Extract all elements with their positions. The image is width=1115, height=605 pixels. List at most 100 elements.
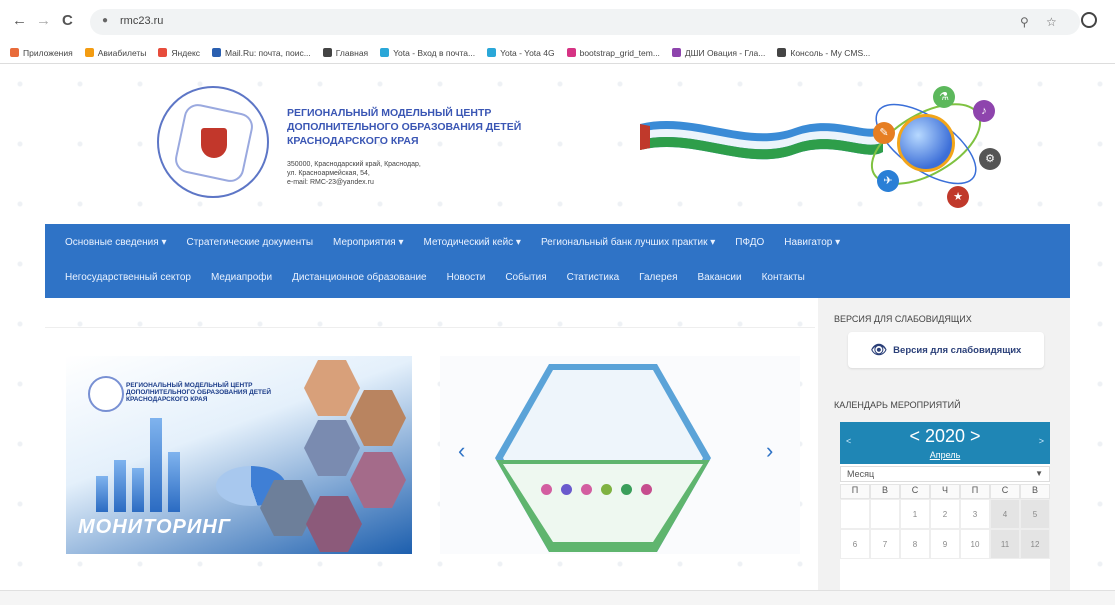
bookmark-label: Консоль - My CMS... <box>790 47 871 58</box>
bookmark-label: Mail.Ru: почта, поис... <box>225 47 311 58</box>
photo-child-6 <box>306 496 362 552</box>
calendar-day[interactable]: 11 <box>990 529 1020 559</box>
carousel-next-button[interactable]: › <box>766 438 773 464</box>
nav-link[interactable]: Мероприятия ▾ <box>333 237 403 248</box>
email-text: e-mail: RMC-23@yandex.ru <box>287 179 374 186</box>
search-icon[interactable]: ⚲ <box>1020 15 1029 29</box>
stat-dot <box>561 484 572 495</box>
nav-link[interactable]: Негосударственный сектор <box>65 272 191 283</box>
tech-icon: ⚙ <box>979 148 1001 170</box>
bookmark-item[interactable]: Авиабилеты <box>84 48 146 58</box>
activities-globe: ⚗ ♪ ✎ ⚙ ✈ ★ <box>855 82 1001 210</box>
bookmark-label: bootstrap_grid_tem... <box>579 47 660 58</box>
bookmark-icon <box>84 48 94 57</box>
weekday-label: В <box>1020 484 1050 499</box>
forward-button[interactable]: → <box>36 12 51 29</box>
low-vision-button[interactable]: 👁 Версия для слабовидящих <box>848 332 1044 368</box>
nav-link[interactable]: Медиапрофи <box>211 272 272 283</box>
calendar-heading: КАЛЕНДАРЬ МЕРОПРИЯТИЙ <box>834 400 961 410</box>
nav-link[interactable]: Дистанционное образование <box>292 272 427 283</box>
calendar-day[interactable]: 5 <box>1020 499 1050 529</box>
bookmarks-bar: Приложения Авиабилеты Яндекс Mail.Ru: почта… <box>0 42 1115 64</box>
music-icon: ♪ <box>973 100 995 122</box>
nav-link[interactable]: Региональный банк лучших практик ▾ <box>541 237 715 248</box>
nav-link[interactable]: Галерея <box>639 272 677 283</box>
calendar-header: < < 2020 > Апрель > <box>840 422 1050 464</box>
calendar-day[interactable]: 9 <box>930 529 960 559</box>
photo-child-1 <box>304 360 360 416</box>
infographic-hexagon[interactable] <box>495 364 711 552</box>
nav-link[interactable]: Контакты <box>762 272 805 283</box>
bookmark-item[interactable]: bootstrap_grid_tem... <box>566 47 660 58</box>
calendar-day[interactable]: 8 <box>900 529 930 559</box>
bookmark-label: Yota - Вход в почта... <box>393 47 476 58</box>
nav-link[interactable]: Стратегические документы <box>186 237 313 248</box>
bookmark-item[interactable]: Yota - Вход в почта... <box>380 48 475 58</box>
eye-icon: 👁 <box>870 342 888 357</box>
infographic-bottom <box>503 464 703 542</box>
nav-link[interactable]: Навигатор ▾ <box>784 237 840 248</box>
photo-child-3 <box>304 420 360 476</box>
address-bar[interactable]: ● rmc23.ru ⚲ ☆ <box>90 9 1080 35</box>
bookmark-item[interactable]: Yota - Yota 4G <box>487 48 555 58</box>
stat-dot <box>601 484 612 495</box>
calendar-day[interactable]: 4 <box>990 499 1020 529</box>
nav-link[interactable]: Новости <box>447 272 486 283</box>
weekday-label: С <box>990 484 1020 499</box>
browser-toolbar: ← → C ● rmc23.ru ⚲ ☆ <box>0 0 1115 42</box>
nav-link[interactable]: Методический кейс ▾ <box>424 237 521 248</box>
flag-ribbon-icon <box>640 121 883 160</box>
bookmark-icon <box>380 48 390 57</box>
banner-word: МОНИТОРИНГ <box>78 516 231 538</box>
main-navigation: Основные сведения ▾ Стратегические докуме… <box>45 224 1070 298</box>
bookmark-item[interactable]: Консоль - My CMS... <box>777 48 870 58</box>
chart-bar-graphic <box>150 418 162 512</box>
calendar-month[interactable]: Апрель <box>840 450 1050 460</box>
calendar-grid: П В С Ч П С В 1 2 3 4 5 6 7 8 9 10 11 12 <box>840 484 1050 559</box>
weekday-label: В <box>870 484 900 499</box>
calendar-day[interactable] <box>840 499 870 529</box>
back-button[interactable]: ← <box>12 12 27 29</box>
profile-icon[interactable] <box>1081 12 1097 28</box>
calendar-day[interactable]: 1 <box>900 499 930 529</box>
carousel-prev-button[interactable]: ‹ <box>458 438 465 464</box>
calendar-day[interactable]: 2 <box>930 499 960 529</box>
star-icon[interactable]: ☆ <box>1046 15 1057 29</box>
bookmark-item[interactable]: Главная <box>322 48 368 58</box>
reload-button[interactable]: C <box>62 12 73 29</box>
bookmark-icon <box>487 48 497 57</box>
calendar-day[interactable]: 3 <box>960 499 990 529</box>
org-logo[interactable] <box>157 86 269 198</box>
address-line: 350000, Краснодарский край, Краснодар, <box>287 161 421 168</box>
sidebar: ВЕРСИЯ ДЛЯ СЛАБОВИДЯЩИХ 👁 Версия для сла… <box>818 298 1070 605</box>
calendar-next-button[interactable]: > <box>1039 436 1044 446</box>
bookmark-item[interactable]: Яндекс <box>158 48 200 58</box>
nav-link[interactable]: События <box>505 272 546 283</box>
weekday-label: П <box>840 484 870 499</box>
nav-link[interactable]: Вакансии <box>698 272 742 283</box>
content-divider <box>45 298 815 328</box>
calendar-day[interactable]: 12 <box>1020 529 1050 559</box>
nav-link[interactable]: ПФДО <box>735 237 764 248</box>
calendar-day[interactable]: 6 <box>840 529 870 559</box>
bookmark-icon <box>566 48 576 57</box>
web-page: РЕГИОНАЛЬНЫЙ МОДЕЛЬНЫЙ ЦЕНТР ДОПОЛНИТЕЛЬ… <box>0 64 1115 605</box>
calendar-year[interactable]: < 2020 > <box>840 426 1050 447</box>
nav-link[interactable]: Статистика <box>567 272 620 283</box>
nav-link[interactable]: Основные сведения ▾ <box>65 237 166 248</box>
bookmark-item[interactable]: ДШИ Овация - Гла... <box>671 48 765 58</box>
download-bar <box>0 590 1115 605</box>
tourism-icon: ✈ <box>877 170 899 192</box>
stat-dot <box>581 484 592 495</box>
monitoring-banner[interactable]: РЕГИОНАЛЬНЫЙ МОДЕЛЬНЫЙ ЦЕНТР ДОПОЛНИТЕЛЬ… <box>66 356 412 554</box>
calendar-day[interactable]: 7 <box>870 529 900 559</box>
calendar-day[interactable]: 10 <box>960 529 990 559</box>
bookmark-item[interactable]: Mail.Ru: почта, поис... <box>212 48 311 58</box>
org-logo-small <box>88 376 124 412</box>
photo-child-2 <box>350 390 406 446</box>
month-select[interactable]: Месяц ▼ <box>840 466 1050 482</box>
calendar-day[interactable] <box>870 499 900 529</box>
bookmark-icon <box>158 48 168 57</box>
slide-carousel: ‹ › <box>440 356 800 554</box>
bookmark-item[interactable]: Приложения <box>10 48 73 58</box>
